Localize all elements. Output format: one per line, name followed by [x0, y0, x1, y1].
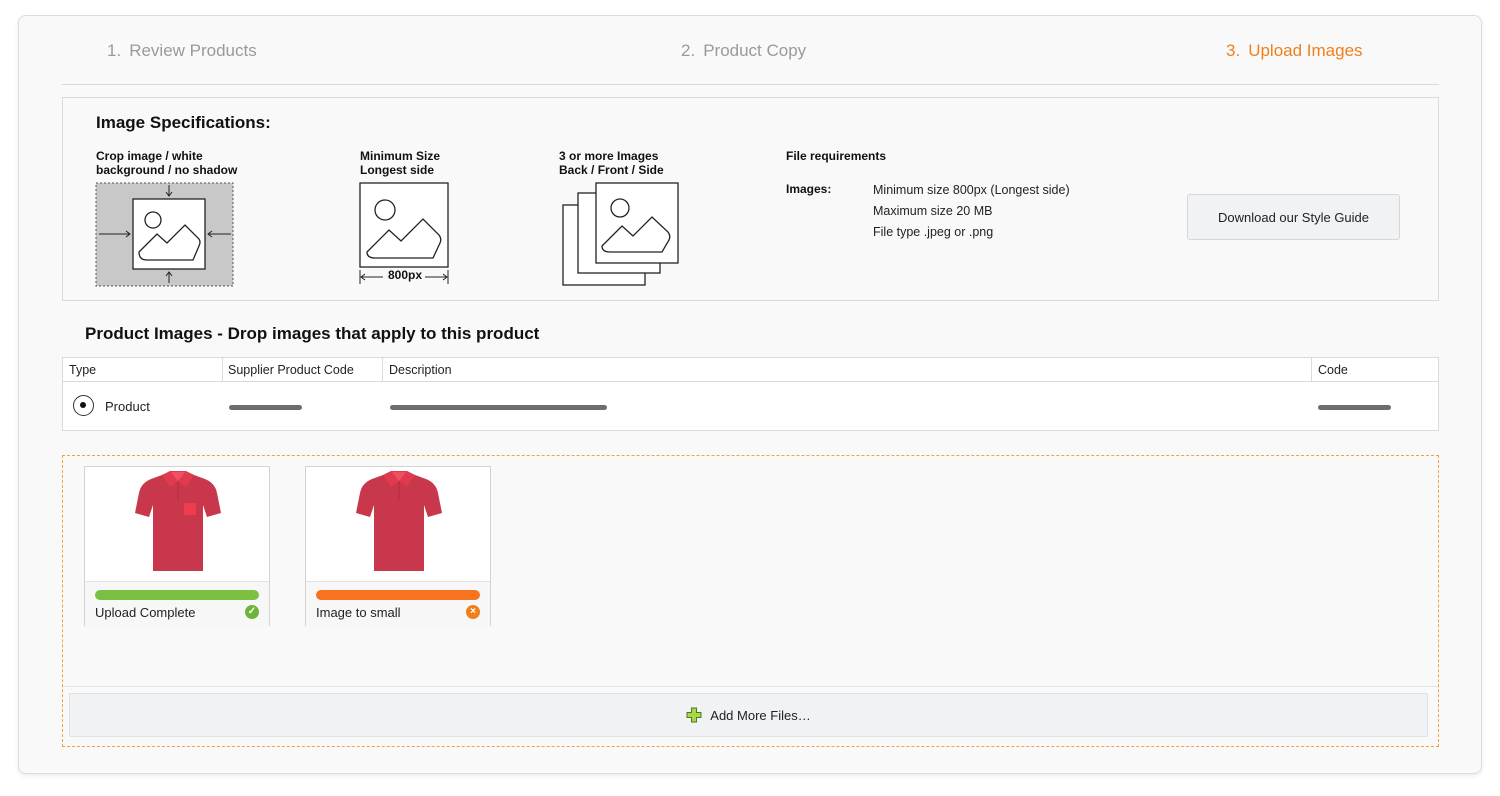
- column-code: Code: [1318, 363, 1348, 377]
- upload-progress-bar: [316, 590, 480, 600]
- drop-zone-divider: [63, 686, 1438, 687]
- polo-shirt-image: [356, 471, 442, 571]
- product-images-title: Product Images - Drop images that apply …: [85, 324, 540, 343]
- image-specifications-panel: Image Specifications: Crop image / white…: [62, 97, 1439, 301]
- step-number: 2.: [681, 41, 696, 60]
- step-label: Product Copy: [703, 41, 807, 60]
- column-supplier-product-code: Supplier Product Code: [228, 363, 354, 377]
- upload-status: Image to small: [316, 605, 401, 620]
- min-size-label: Minimum Size Longest side: [360, 149, 441, 177]
- upload-card[interactable]: Upload Complete ✓: [84, 466, 270, 627]
- step-label: Review Products: [129, 41, 257, 60]
- add-more-files-label: Add More Files…: [710, 707, 811, 723]
- step-upload-images[interactable]: 3. Upload Images: [1226, 41, 1363, 61]
- file-requirements-list: Minimum size 800px (Longest side) Maximu…: [873, 180, 1070, 243]
- upload-card-footer: Upload Complete ✓: [85, 581, 269, 627]
- row-type-label: Product: [105, 399, 150, 414]
- step-review-products[interactable]: 1. Review Products: [107, 41, 257, 61]
- check-circle-icon: ✓: [245, 605, 259, 619]
- file-requirements-title: File requirements: [786, 149, 887, 163]
- step-product-copy[interactable]: 2. Product Copy: [681, 41, 806, 61]
- image-drop-zone[interactable]: Upload Complete ✓ Image to small × Add M…: [62, 455, 1439, 747]
- step-number: 1.: [107, 41, 122, 60]
- multiple-images-label: 3 or more Images Back / Front / Side: [559, 149, 664, 177]
- product-radio[interactable]: [73, 395, 94, 416]
- crop-label: Crop image / white background / no shado…: [96, 149, 238, 177]
- step-number: 3.: [1226, 41, 1241, 60]
- upload-progress-bar: [95, 590, 259, 600]
- supplier-code-placeholder: [229, 405, 302, 410]
- specs-title: Image Specifications:: [96, 113, 271, 132]
- column-type: Type: [69, 363, 97, 377]
- image-thumbnail: [85, 467, 269, 581]
- wizard-panel: 1. Review Products 2. Product Copy 3. Uploa…: [18, 15, 1482, 774]
- upload-card-footer: Image to small ×: [306, 581, 490, 627]
- product-table: Type Supplier Product Code Description C…: [62, 357, 1439, 431]
- plus-icon: [686, 707, 702, 723]
- step-label: Upload Images: [1248, 41, 1363, 60]
- min-size-value: 800px: [387, 268, 423, 282]
- upload-card[interactable]: Image to small ×: [305, 466, 491, 627]
- upload-status: Upload Complete: [95, 605, 196, 620]
- image-thumbnail: [306, 467, 490, 581]
- code-placeholder: [1318, 405, 1391, 410]
- requirement-min-size: Minimum size 800px (Longest side): [873, 183, 1070, 197]
- table-header: Type Supplier Product Code Description C…: [63, 358, 1438, 382]
- column-description: Description: [389, 363, 452, 377]
- download-style-guide-button[interactable]: Download our Style Guide: [1187, 194, 1400, 240]
- add-more-files-button[interactable]: Add More Files…: [69, 693, 1428, 737]
- multiple-images-icon: [562, 182, 679, 286]
- crop-image-icon: [95, 182, 234, 287]
- polo-shirt-pocket-image: [135, 471, 221, 571]
- requirement-max-size: Maximum size 20 MB: [873, 204, 993, 218]
- requirement-file-type: File type .jpeg or .png: [873, 225, 994, 239]
- error-circle-icon: ×: [466, 605, 480, 619]
- file-requirements-key: Images:: [786, 182, 832, 196]
- step-tabs: 1. Review Products 2. Product Copy 3. Uploa…: [62, 16, 1439, 85]
- description-placeholder: [390, 405, 607, 410]
